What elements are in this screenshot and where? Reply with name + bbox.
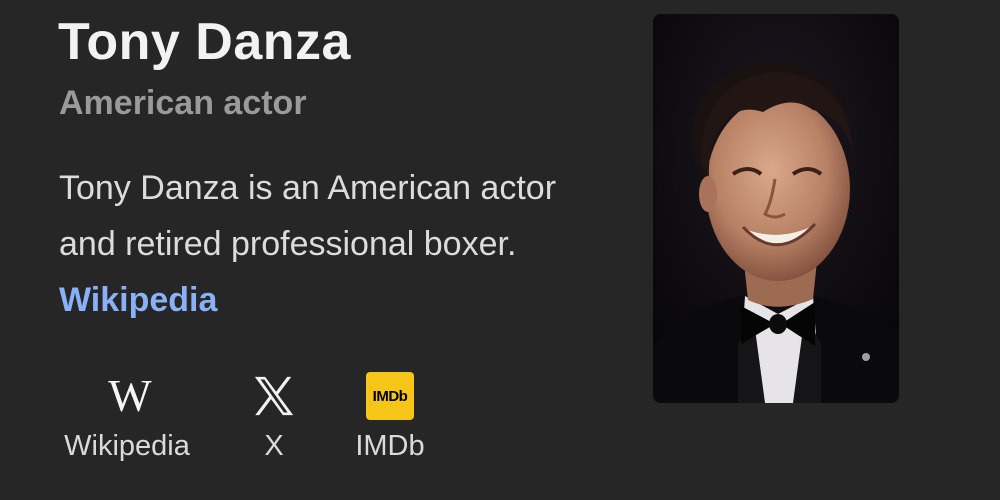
profile-link-wikipedia[interactable]: W Wikipedia xyxy=(58,366,196,463)
entity-description: Tony Danza is an American actor and reti… xyxy=(59,160,579,328)
description-text: Tony Danza is an American actor and reti… xyxy=(59,169,557,263)
profile-label-imdb: IMDb xyxy=(355,430,425,462)
x-icon xyxy=(244,366,304,426)
profile-link-imdb[interactable]: IMDb IMDb xyxy=(350,366,430,463)
profile-label-wikipedia: Wikipedia xyxy=(64,430,190,462)
imdb-icon: IMDb xyxy=(360,366,420,426)
wikipedia-icon: W xyxy=(108,370,151,421)
profile-label-x: X xyxy=(264,430,284,462)
wikipedia-source-link[interactable]: Wikipedia xyxy=(59,281,217,319)
knowledge-panel: Tony Danza American actor Tony Danza is … xyxy=(0,0,1000,500)
entity-photo[interactable] xyxy=(653,14,899,403)
entity-subtitle: American actor xyxy=(59,84,307,122)
portrait-image xyxy=(653,14,899,403)
profile-link-x[interactable]: X xyxy=(244,366,304,463)
entity-title: Tony Danza xyxy=(58,13,351,71)
